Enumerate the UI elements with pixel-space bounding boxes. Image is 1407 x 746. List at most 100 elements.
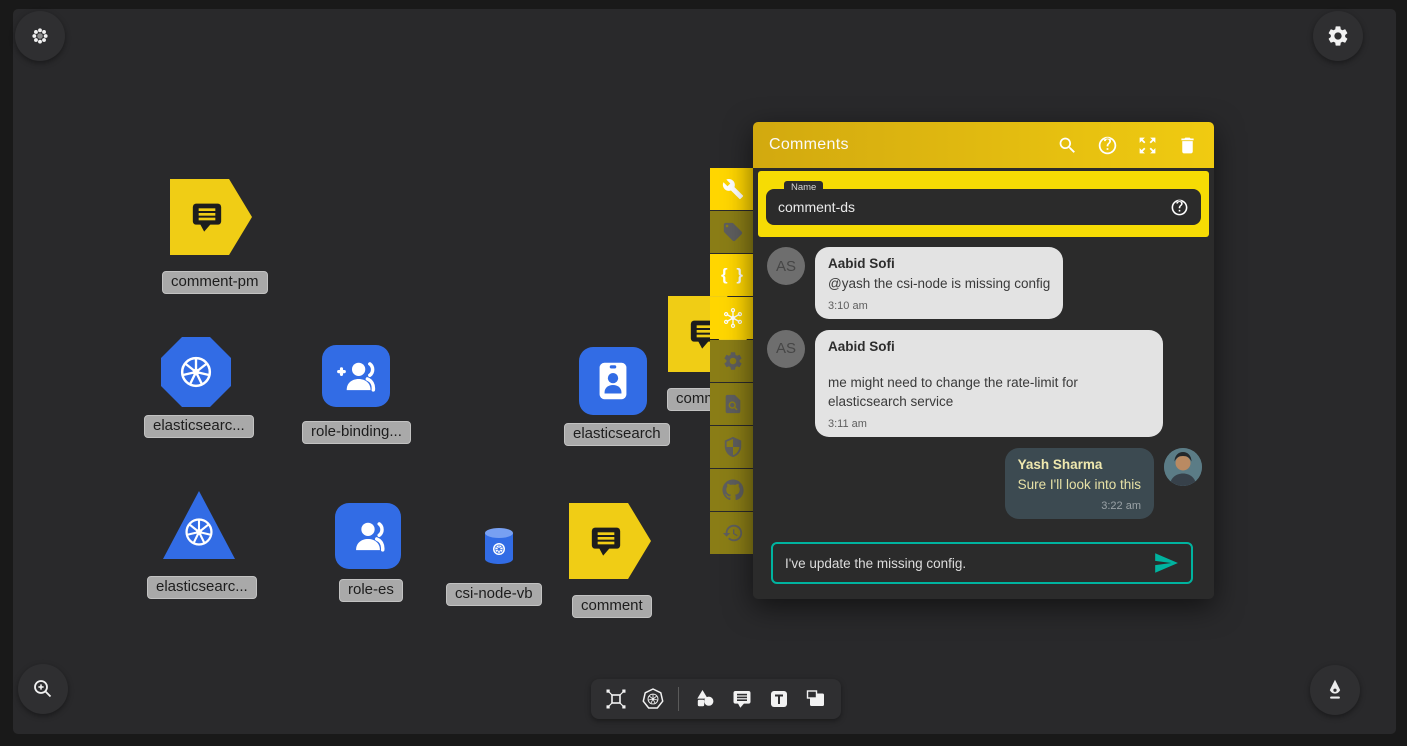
tag-icon <box>722 221 744 243</box>
node-elasticsearch-octagon[interactable]: elasticsearc... <box>161 337 231 407</box>
node-label: role-binding... <box>302 421 411 444</box>
shield-icon <box>722 436 744 458</box>
name-input-wrap[interactable]: Name <box>766 189 1201 225</box>
message-author: Yash Sharma <box>1018 457 1141 472</box>
shield-button[interactable] <box>710 426 756 468</box>
node-label: elasticsearc... <box>144 415 254 438</box>
node-elasticsearch-triangle[interactable]: elasticsearc... <box>163 491 235 559</box>
gear-icon <box>722 350 744 372</box>
comments-panel-header[interactable]: Comments <box>753 122 1214 168</box>
braces-icon: { } <box>721 265 745 285</box>
message-gap <box>828 357 1150 373</box>
users-icon <box>347 515 389 557</box>
design-canvas[interactable]: comment-pm elasticsearc... role-binding.… <box>13 9 1396 734</box>
message-bubble: Yash Sharma Sure I'll look into this 3:2… <box>1005 448 1154 520</box>
pen-nib-icon <box>1322 677 1348 703</box>
message-time: 3:11 am <box>828 418 1150 430</box>
avatar-photo <box>1164 448 1202 486</box>
message-row: Yash Sharma Sure I'll look into this 3:2… <box>767 448 1202 520</box>
help-icon[interactable] <box>1097 135 1118 156</box>
github-icon <box>722 479 744 501</box>
gear-icon <box>1326 24 1350 48</box>
avatar-initials: AS <box>767 330 805 368</box>
message-author: Aabid Sofi <box>828 256 1050 271</box>
zoom-button[interactable] <box>18 664 68 714</box>
shapes-icon[interactable] <box>693 687 717 711</box>
history-button[interactable] <box>710 512 756 554</box>
tag-button[interactable] <box>710 211 756 253</box>
mesh-hub-icon <box>722 307 744 329</box>
app-window: comment-pm elasticsearc... role-binding.… <box>0 0 1407 746</box>
octagon-shape <box>161 337 231 407</box>
comment-icon <box>187 197 227 237</box>
node-label: role-es <box>339 579 403 602</box>
node-csi-node-vb[interactable]: csi-node-vb <box>482 526 516 571</box>
comment-icon <box>586 521 626 561</box>
message-row: AS Aabid Sofi me might need to change th… <box>767 330 1202 437</box>
message-time: 3:22 am <box>1018 500 1141 512</box>
name-field-label: Name <box>784 181 823 195</box>
kubernetes-icon[interactable] <box>641 687 665 711</box>
doc-search-icon <box>722 393 744 415</box>
node-elasticsearch-badge[interactable]: elasticsearch <box>579 347 647 415</box>
user-photo <box>1164 448 1202 486</box>
expand-icon[interactable] <box>1137 135 1158 156</box>
kubernetes-wheel-icon <box>181 514 217 550</box>
pen-button[interactable] <box>1310 665 1360 715</box>
wrench-icon <box>722 178 744 200</box>
comment-node-shape <box>569 503 651 579</box>
search-icon[interactable] <box>1057 135 1078 156</box>
node-role-binding[interactable]: role-binding... <box>322 345 390 407</box>
rounded-square-shape <box>322 345 390 407</box>
mesh-button[interactable] <box>710 297 756 339</box>
history-icon <box>722 522 744 544</box>
node-comment[interactable]: comment <box>569 503 651 579</box>
wrench-button[interactable] <box>710 168 756 210</box>
shape-palette-toolbar <box>591 679 841 719</box>
triangle-shape <box>163 491 235 559</box>
message-text: me might need to change the rate-limit f… <box>828 373 1150 412</box>
panel-title: Comments <box>769 136 1038 154</box>
gear-button[interactable] <box>710 340 756 382</box>
design-icon[interactable] <box>604 687 628 711</box>
text-icon[interactable] <box>767 687 791 711</box>
node-label: comment-pm <box>162 271 268 294</box>
kubernetes-wheel-icon <box>176 352 216 392</box>
message-row: AS Aabid Sofi @yash the csi-node is miss… <box>767 247 1202 319</box>
avatar-initials: AS <box>767 247 805 285</box>
message-bubble: Aabid Sofi me might need to change the r… <box>815 330 1163 437</box>
add-user-icon <box>335 355 377 397</box>
message-text: Sure I'll look into this <box>1018 475 1141 495</box>
name-field-section: Name <box>758 171 1209 237</box>
trash-icon[interactable] <box>1177 135 1198 156</box>
node-comment-pm[interactable]: comment-pm <box>170 179 252 255</box>
node-label: elasticsearch <box>564 423 670 446</box>
service-account-badge-icon <box>590 358 636 404</box>
flower-icon <box>29 25 51 47</box>
app-menu-button[interactable] <box>15 11 65 61</box>
storage-cylinder-icon <box>482 526 516 566</box>
help-icon[interactable] <box>1170 198 1189 217</box>
braces-button[interactable]: { } <box>710 254 756 296</box>
comments-panel: Comments Name AS Aabid Sofi @y <box>753 122 1214 599</box>
comment-node-shape <box>170 179 252 255</box>
settings-button[interactable] <box>1313 11 1363 61</box>
doc-search-button[interactable] <box>710 383 756 425</box>
node-role-es[interactable]: role-es <box>335 503 401 569</box>
image-icon[interactable] <box>804 687 828 711</box>
rounded-square-shape <box>579 347 647 415</box>
message-text: @yash the csi-node is missing config <box>828 274 1050 294</box>
comment-input[interactable] <box>785 556 1153 571</box>
toolbar-divider <box>678 687 679 711</box>
node-label: comment <box>572 595 652 618</box>
message-list: AS Aabid Sofi @yash the csi-node is miss… <box>753 237 1214 519</box>
github-button[interactable] <box>710 469 756 511</box>
rounded-square-shape <box>335 503 401 569</box>
comment-composer[interactable] <box>771 542 1193 584</box>
zoom-in-icon <box>31 677 55 701</box>
comment-icon[interactable] <box>730 687 754 711</box>
send-icon[interactable] <box>1153 550 1179 576</box>
name-input[interactable] <box>778 199 1170 215</box>
message-author: Aabid Sofi <box>828 339 1150 354</box>
node-label: csi-node-vb <box>446 583 542 606</box>
